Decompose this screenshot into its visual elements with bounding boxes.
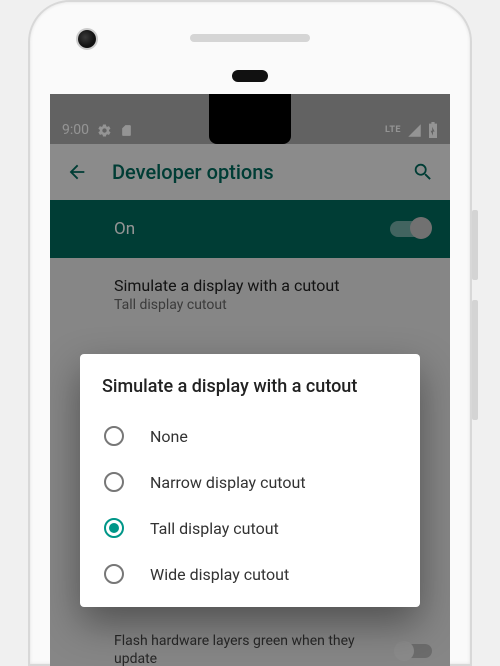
radio-selected-icon xyxy=(104,518,124,538)
display-notch xyxy=(209,94,291,144)
radio-label: None xyxy=(150,427,188,446)
device-screen: 9:00 LTE Developer options On xyxy=(50,94,450,666)
radio-icon xyxy=(104,472,124,492)
speaker-grille xyxy=(190,34,310,42)
radio-label: Tall display cutout xyxy=(150,519,279,538)
dialog-title: Simulate a display with a cutout xyxy=(102,376,398,397)
cutout-dialog: Simulate a display with a cutout None Nar… xyxy=(80,354,420,607)
radio-icon xyxy=(104,564,124,584)
radio-label: Narrow display cutout xyxy=(150,473,306,492)
radio-option[interactable]: Wide display cutout xyxy=(102,551,398,597)
front-camera xyxy=(78,30,96,48)
sensor-pill xyxy=(232,70,268,82)
side-button xyxy=(472,210,478,280)
radio-icon xyxy=(104,426,124,446)
radio-option[interactable]: Tall display cutout xyxy=(102,505,398,551)
radio-label: Wide display cutout xyxy=(150,565,289,584)
side-button xyxy=(472,300,478,420)
radio-option[interactable]: Narrow display cutout xyxy=(102,459,398,505)
radio-option[interactable]: None xyxy=(102,413,398,459)
